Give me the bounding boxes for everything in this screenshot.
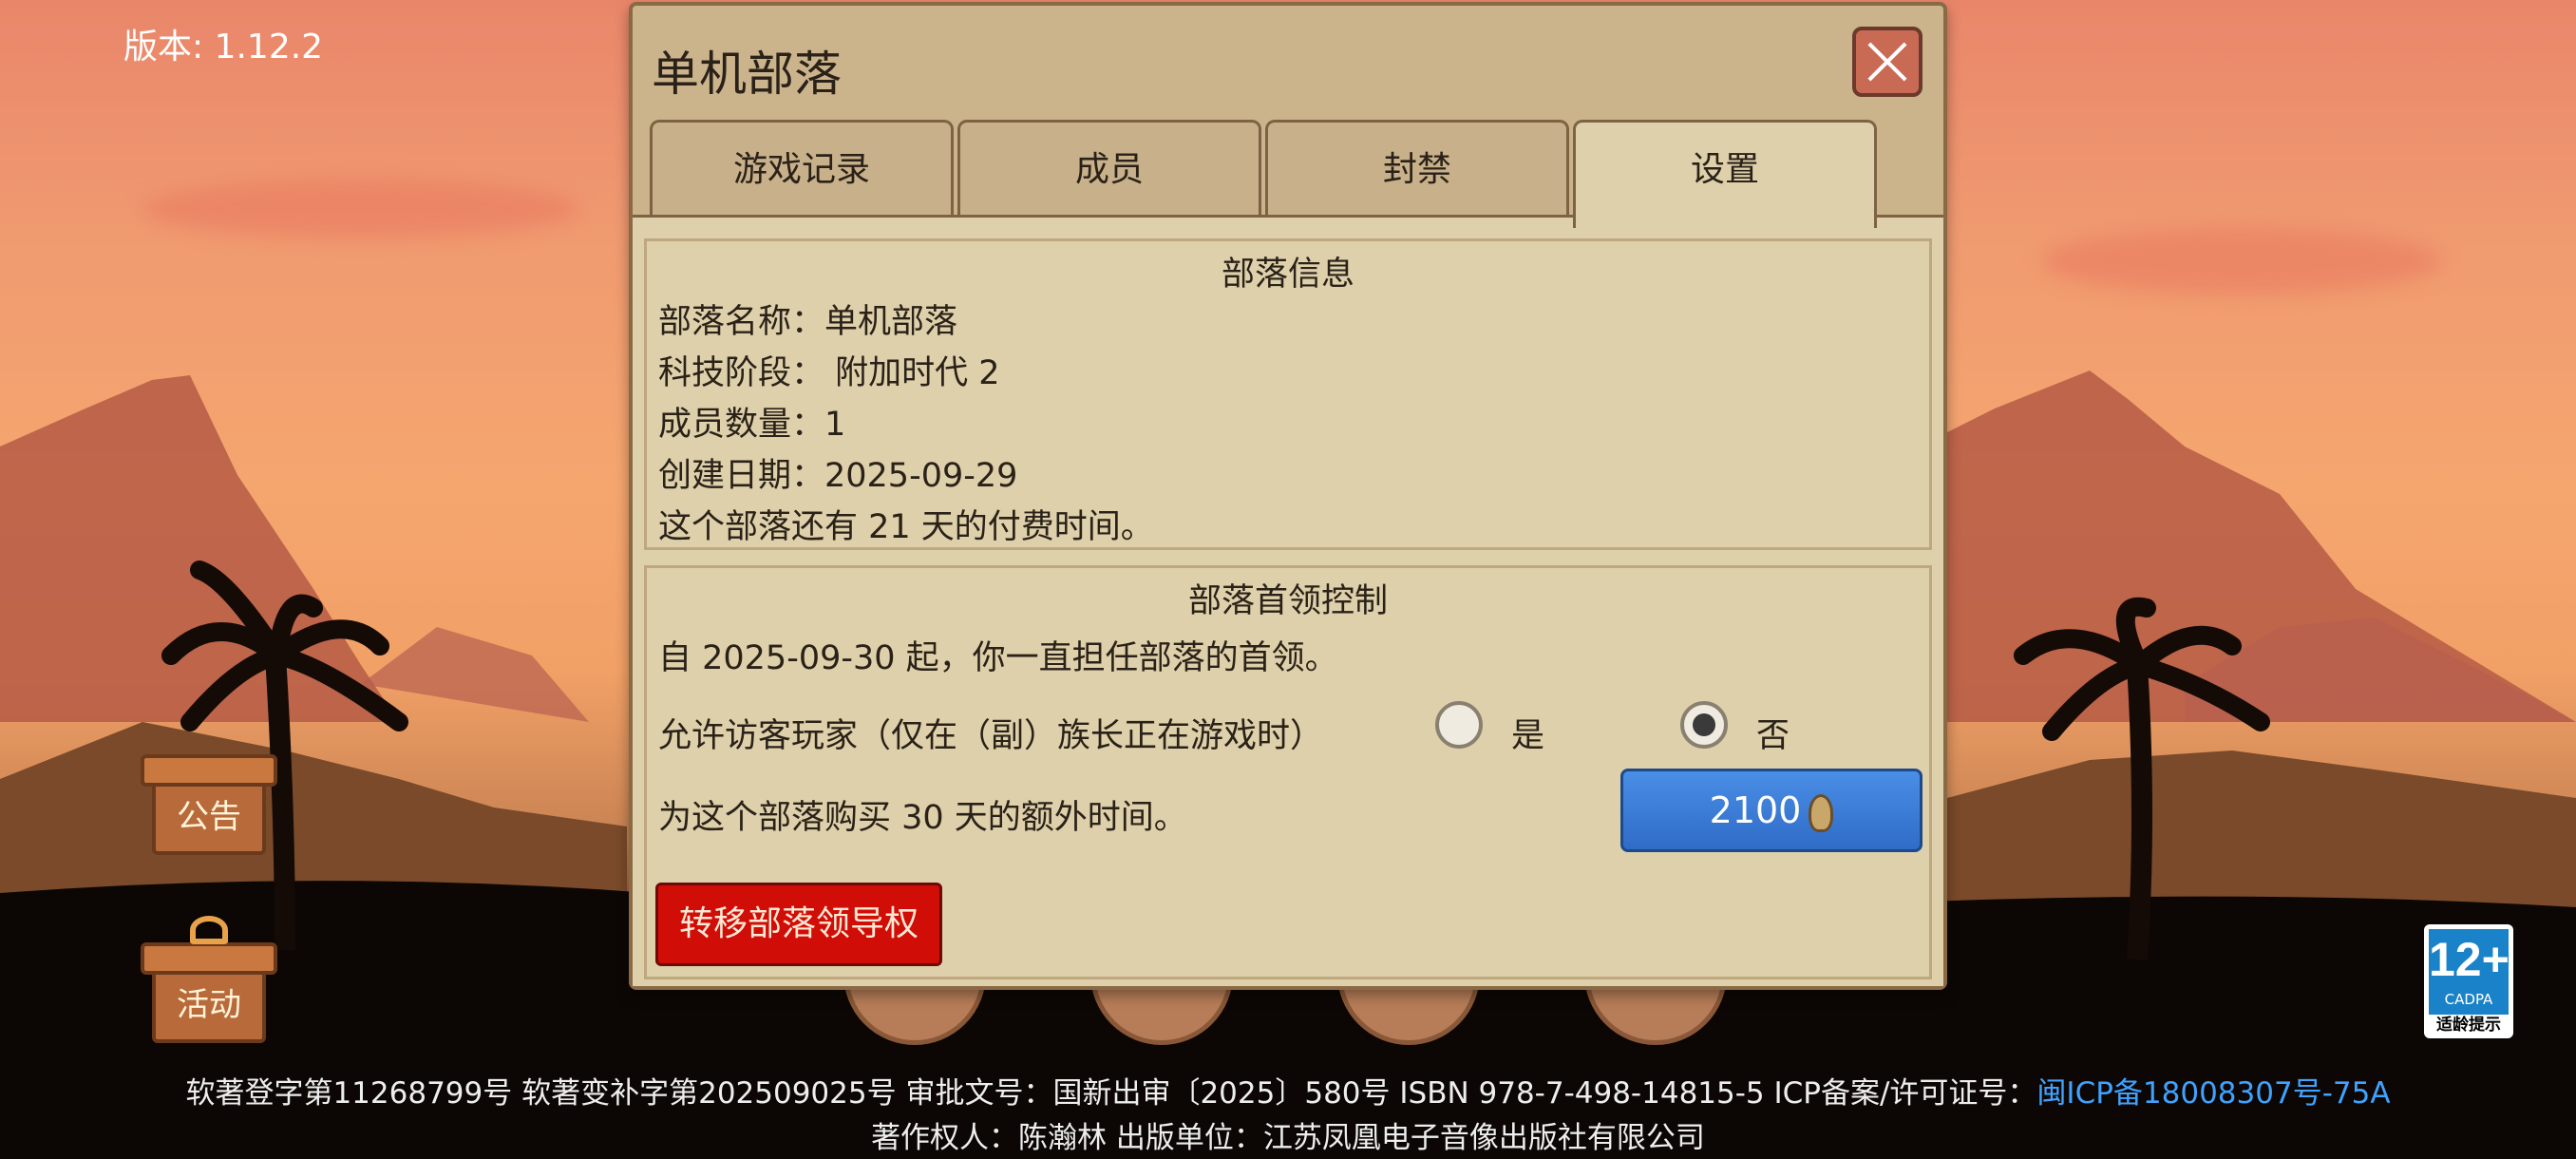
activity-label: 活动 [177, 986, 241, 1024]
age-rating-badge[interactable]: 12+ CADPA 适龄提示 [2424, 924, 2513, 1038]
tribe-name: 部落名称：单机部落 [658, 303, 958, 341]
footer-copyright: 著作权人：陈瀚林 出版单位：江苏凤凰电子音像出版社有限公司 [871, 1121, 1705, 1155]
tribe-info-section: 部落信息 部落名称：单机部落 科技阶段： 附加时代 2 成员数量：1 创建日期：… [644, 238, 1932, 550]
activity-button[interactable]: 活动 [141, 916, 277, 1043]
radio-no[interactable] [1680, 701, 1728, 749]
member-count: 成员数量：1 [658, 406, 846, 444]
allow-visitors-label: 允许访客玩家（仅在（副）族长正在游戏时） [658, 717, 1324, 755]
tab-bans[interactable]: 封禁 [1265, 120, 1569, 215]
tab-game-records[interactable]: 游戏记录 [650, 120, 954, 215]
buy-price: 2100 [1709, 789, 1802, 831]
coin-icon [1809, 793, 1834, 832]
radio-yes-label: 是 [1511, 717, 1545, 755]
gift-box-icon [141, 942, 277, 975]
tab-settings[interactable]: 设置 [1573, 120, 1877, 228]
radio-no-label: 否 [1756, 717, 1790, 755]
radio-yes[interactable] [1435, 701, 1483, 749]
version-label: 版本: 1.12.2 [123, 28, 324, 66]
notice-label: 公告 [177, 798, 241, 836]
paid-time: 这个部落还有 21 天的付费时间。 [658, 508, 1154, 546]
buy-time-button[interactable]: 2100 [1620, 769, 1923, 852]
close-icon[interactable] [1852, 27, 1923, 97]
footer-license-text: 软著登字第11268799号 软著变补字第202509025号 审批文号：国新出… [185, 1076, 2037, 1111]
tech-stage: 科技阶段： 附加时代 2 [658, 354, 1000, 392]
gift-bow-icon [190, 916, 228, 944]
settings-content: 部落信息 部落名称：单机部落 科技阶段： 附加时代 2 成员数量：1 创建日期：… [633, 215, 1943, 986]
tribe-dialog: 单机部落 游戏记录 成员 封禁 设置 部落信息 部落名称：单机部落 科技阶段： … [629, 2, 1947, 990]
icp-link[interactable]: 闽ICP备18008307号-75A [2036, 1076, 2390, 1111]
leader-control-heading: 部落首领控制 [1187, 582, 1388, 620]
age-rating: 12+ [2429, 933, 2510, 986]
notice-board-icon [141, 754, 277, 787]
transfer-leadership-button[interactable]: 转移部落领导权 [655, 883, 942, 966]
tab-members[interactable]: 成员 [957, 120, 1261, 215]
creation-date: 创建日期：2025-09-29 [658, 457, 1018, 495]
footer-license: 软著登字第11268799号 软著变补字第202509025号 审批文号：国新出… [0, 1069, 2576, 1112]
age-rating-org: CADPA [2444, 991, 2493, 1008]
leader-since: 自 2025-09-30 起，你一直担任部落的首领。 [658, 639, 1338, 677]
age-rating-tip: 适龄提示 [2436, 1016, 2501, 1035]
notice-board-button[interactable]: 公告 [141, 754, 277, 855]
tribe-info-heading: 部落信息 [1221, 256, 1354, 294]
buy-time-label: 为这个部落购买 30 天的额外时间。 [658, 799, 1187, 837]
dialog-title: 单机部落 [652, 47, 842, 102]
